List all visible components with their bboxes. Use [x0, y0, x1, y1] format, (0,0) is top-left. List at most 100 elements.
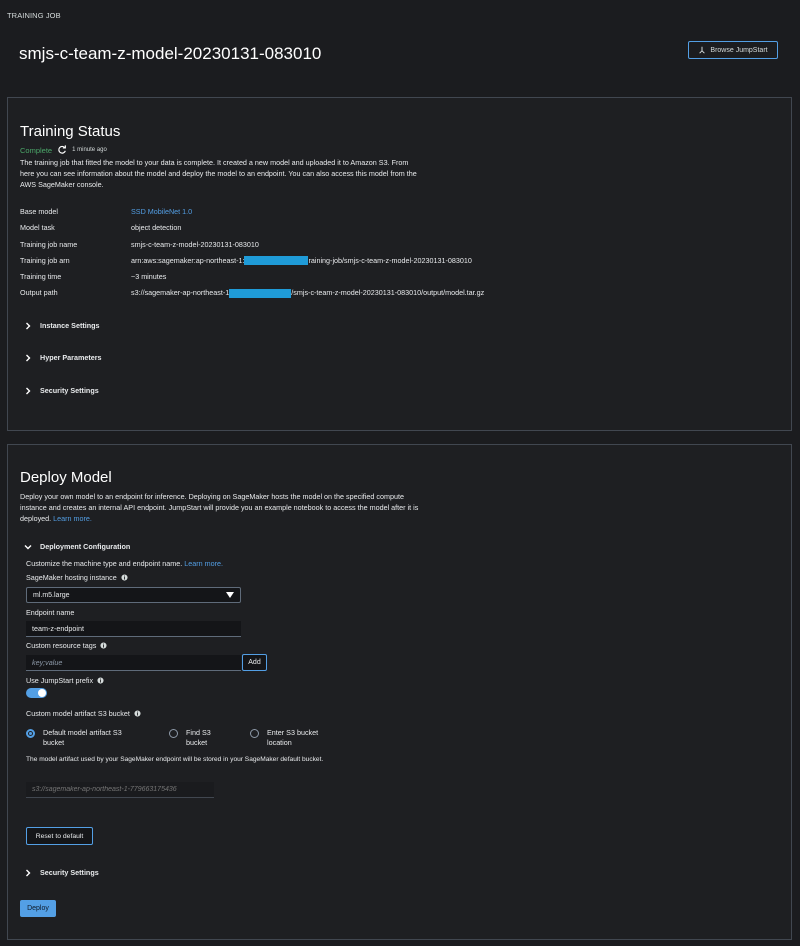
detail-row: Training job arn arn:aws:sagemaker:ap-no…	[20, 256, 484, 272]
chevron-right-icon	[26, 322, 31, 329]
radio-label-line: Default model artifact S3	[43, 728, 122, 737]
detail-row: Training time ~3 minutes	[20, 272, 484, 288]
hosting-instance-value: ml.m5.large	[33, 591, 70, 599]
info-icon[interactable]	[97, 677, 104, 684]
detail-value: object detection	[131, 223, 182, 233]
detail-row: Base model SSD MobileNet 1.0	[20, 207, 484, 223]
endpoint-name-label: Endpoint name	[26, 608, 75, 617]
radio-button	[169, 729, 178, 738]
config-description-text: Customize the machine type and endpoint …	[26, 559, 183, 568]
hosting-instance-label: SageMaker hosting instance	[26, 573, 128, 582]
config-description: Customize the machine type and endpoint …	[26, 559, 223, 568]
bucket-label-text: Custom model artifact S3 bucket	[26, 709, 130, 718]
arn-suffix: raining-job/smjs-c-team-z-model-20230131…	[308, 255, 472, 265]
training-status-description: The training job that fitted the model t…	[20, 158, 417, 189]
redaction	[229, 289, 292, 299]
expander-label: Deployment Configuration	[40, 542, 131, 551]
info-icon[interactable]	[100, 642, 107, 649]
status-time: 1 minute ago	[72, 147, 107, 153]
training-status-panel: Training Status Complete 1 minute ago Th…	[7, 97, 792, 431]
jumpstart-prefix-label: Use JumpStart prefix	[26, 676, 104, 685]
radio-label: Find S3 bucket	[186, 728, 211, 748]
jumpstart-icon	[699, 46, 706, 54]
bucket-note: The model artifact used by your SageMake…	[26, 756, 324, 763]
expander-security-settings[interactable]: Security Settings	[24, 386, 99, 395]
info-icon[interactable]	[121, 574, 128, 581]
status-row: Complete 1 minute ago	[20, 145, 107, 155]
detail-row: Training job name smjs-c-team-z-model-20…	[20, 240, 484, 256]
radio-label-line: Find S3	[186, 728, 211, 737]
path-suffix: /smjs-c-team-z-model-20230131-083010/out…	[291, 288, 485, 298]
radio-default-bucket[interactable]: Default model artifact S3 bucket	[26, 728, 169, 748]
detail-value: smjs-c-team-z-model-20230131-083010	[131, 239, 259, 249]
jumpstart-prefix-label-text: Use JumpStart prefix	[26, 676, 94, 685]
expander-security-settings[interactable]: Security Settings	[24, 868, 99, 877]
status-badge: Complete	[20, 145, 53, 155]
caret-down-icon	[226, 592, 234, 598]
expander-instance-settings[interactable]: Instance Settings	[24, 321, 100, 330]
details-list: Base model SSD MobileNet 1.0 Model task …	[20, 207, 484, 305]
expander-hyper-parameters[interactable]: Hyper Parameters	[24, 353, 102, 362]
deploy-description: Deploy your own model to an endpoint for…	[20, 491, 420, 524]
browse-jumpstart-button[interactable]: Browse JumpStart	[688, 41, 778, 59]
deploy-model-panel: Deploy Model Deploy your own model to an…	[7, 444, 792, 940]
detail-value: arn:aws:sagemaker:ap-northeast-1: raining…	[131, 256, 472, 266]
radio-label-line: bucket	[43, 738, 65, 747]
detail-value: s3://sagemaker-ap-northeast-1/smjs-c-tea…	[131, 288, 485, 299]
config-learn-more-link[interactable]: Learn more.	[184, 559, 223, 568]
detail-key: Training job name	[20, 239, 78, 249]
refresh-icon[interactable]	[57, 145, 67, 155]
base-model-link[interactable]: SSD MobileNet 1.0	[131, 207, 192, 216]
detail-key: Training job arn	[20, 255, 70, 265]
expander-label: Hyper Parameters	[40, 353, 102, 362]
chevron-right-icon	[26, 387, 31, 394]
arn-prefix: arn:aws:sagemaker:ap-northeast-1:	[131, 255, 245, 265]
detail-value: ~3 minutes	[131, 272, 167, 282]
jumpstart-prefix-toggle[interactable]	[26, 688, 47, 698]
chevron-right-icon	[26, 354, 31, 361]
custom-tags-label-text: Custom resource tags	[26, 641, 97, 650]
detail-key: Output path	[20, 288, 58, 298]
detail-key: Base model	[20, 207, 58, 216]
bucket-radio-group: Default model artifact S3 bucket Find S3 b…	[26, 728, 350, 748]
training-status-title: Training Status	[20, 123, 121, 140]
learn-more-link[interactable]: Learn more.	[53, 514, 92, 523]
custom-tags-input[interactable]	[26, 655, 241, 671]
radio-enter-bucket[interactable]: Enter S3 bucket location	[250, 728, 350, 748]
toggle-knob	[38, 689, 46, 697]
hosting-instance-label-text: SageMaker hosting instance	[26, 573, 117, 582]
endpoint-name-input[interactable]	[26, 621, 241, 637]
chevron-down-icon	[24, 544, 32, 549]
chevron-right-icon	[26, 869, 31, 876]
custom-tags-label: Custom resource tags	[26, 641, 107, 650]
hosting-instance-select[interactable]: ml.m5.large	[26, 587, 241, 603]
radio-button	[26, 729, 35, 738]
expander-label: Security Settings	[40, 386, 99, 395]
radio-find-bucket[interactable]: Find S3 bucket	[169, 728, 250, 748]
bucket-path-input	[26, 782, 214, 798]
detail-key: Training time	[20, 272, 62, 282]
deploy-button[interactable]: Deploy	[20, 900, 56, 917]
radio-label: Enter S3 bucket location	[267, 728, 318, 748]
page-title: smjs-c-team-z-model-20230131-083010	[19, 44, 322, 63]
radio-label-line: Enter S3 bucket	[267, 728, 319, 737]
radio-label-line: bucket	[186, 738, 208, 747]
browse-jumpstart-label: Browse JumpStart	[710, 46, 768, 54]
expander-label: Security Settings	[40, 868, 99, 877]
path-prefix: s3://sagemaker-ap-northeast-1	[131, 288, 230, 298]
expander-label: Instance Settings	[40, 321, 100, 330]
deploy-model-title: Deploy Model	[20, 469, 112, 486]
detail-row: Model task object detection	[20, 223, 484, 239]
radio-label-line: location	[267, 738, 292, 747]
radio-button	[250, 729, 259, 738]
detail-key: Model task	[20, 223, 55, 233]
section-label: TRAINING JOB	[7, 11, 61, 20]
reset-to-default-button[interactable]: Reset to default	[26, 827, 93, 845]
radio-label: Default model artifact S3 bucket	[43, 728, 122, 748]
redaction	[244, 256, 309, 266]
detail-row: Output path s3://sagemaker-ap-northeast-…	[20, 288, 484, 304]
deployment-configuration-expander[interactable]: Deployment Configuration	[24, 542, 130, 551]
add-tag-button[interactable]: Add	[242, 654, 267, 671]
bucket-label: Custom model artifact S3 bucket	[26, 709, 141, 718]
info-icon[interactable]	[134, 710, 141, 717]
